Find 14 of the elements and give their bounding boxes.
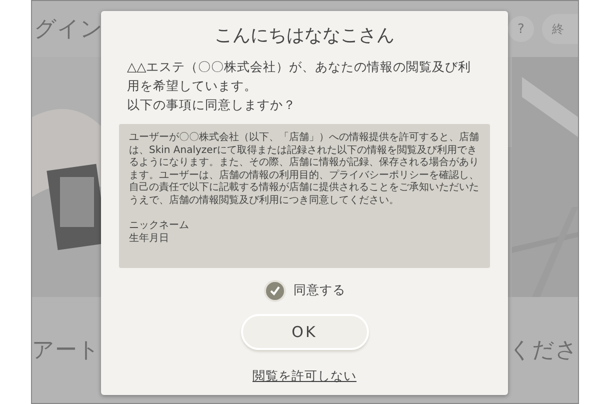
terms-item: ニックネーム <box>129 219 190 232</box>
dialog-message: 以下の事項に同意しますか？ <box>127 96 297 114</box>
ok-button[interactable]: OK <box>240 314 368 350</box>
dialog-title: こんにちはななこさん <box>214 24 394 47</box>
dialog-message: △△エステ（〇〇株式会社）が、あなたの情報の閲覧及び利用を希望しています。 <box>127 58 472 95</box>
agree-label: 同意する <box>294 282 346 300</box>
page-title: グイン <box>34 16 103 44</box>
agree-checkbox[interactable] <box>264 280 286 302</box>
decline-link[interactable]: 閲覧を許可しない <box>252 368 356 385</box>
terms-item: 生年月日 <box>129 232 170 245</box>
check-icon <box>268 284 280 297</box>
instruction-text: くださ <box>509 337 578 365</box>
terms-text: ユーザーが〇〇株式会社（以下、「店舗」）への情報提供を許可すると、店舗は、Skin Analyzerにて取得または記録された以下の情報を閲覧及び利用できるようになります。また、その際、店舗に情報が記録、保存される場合があります。ユーザーは、店舗の情報の利用目的、プライバシーポリシーを確認し、自己の責任で以下に記載する情報が店舗に提供されることをご承知いただいたうえで、店舗の情報閲覧及び利用につき同意してください。 <box>129 132 480 207</box>
instruction-text: アート <box>32 337 100 365</box>
